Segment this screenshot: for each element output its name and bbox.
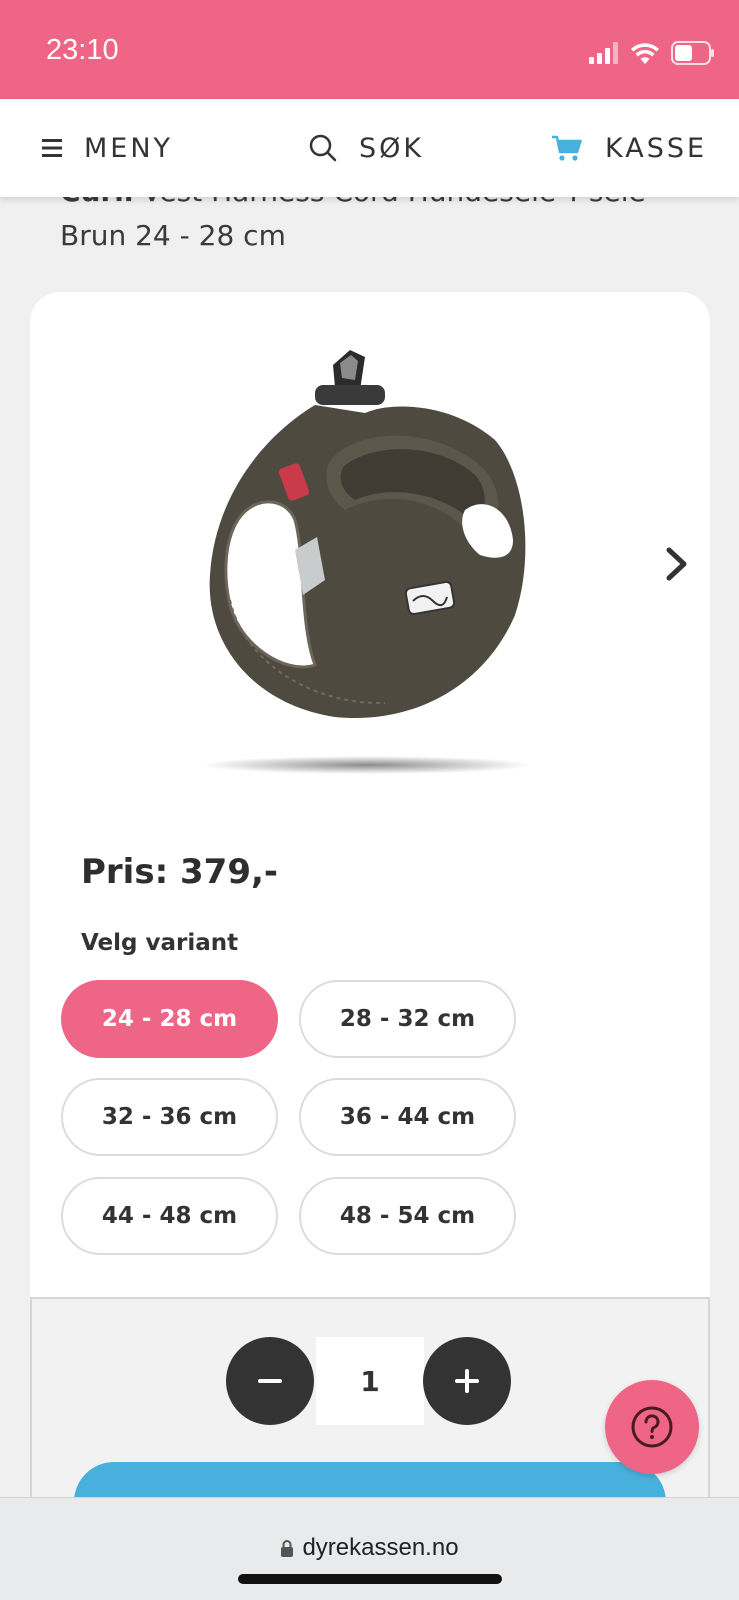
browser-url-bar[interactable]: dyrekassen.no — [0, 1497, 739, 1600]
cart-label: KASSE — [605, 132, 708, 164]
cart-button[interactable]: KASSE — [551, 99, 707, 197]
minus-icon — [258, 1379, 282, 1383]
cellular-signal-icon — [589, 42, 618, 64]
variant-option-48-54[interactable]: 48 - 54 cm — [299, 1177, 516, 1255]
cart-icon — [552, 135, 582, 161]
url-text: dyrekassen.no — [302, 1534, 459, 1561]
variant-option-32-36[interactable]: 32 - 36 cm — [61, 1078, 278, 1156]
variant-option-28-32[interactable]: 28 - 32 cm — [299, 980, 516, 1058]
increase-quantity-button[interactable] — [423, 1337, 511, 1425]
search-icon — [309, 134, 337, 162]
product-price: Pris: 379,- — [81, 852, 279, 892]
home-indicator[interactable] — [238, 1574, 502, 1584]
status-bar: 23:10 — [0, 0, 739, 99]
battery-icon — [671, 41, 714, 65]
variant-option-36-44[interactable]: 36 - 44 cm — [299, 1078, 516, 1156]
lock-icon — [281, 1540, 294, 1557]
variant-option-44-48[interactable]: 44 - 48 cm — [61, 1177, 278, 1255]
question-mark-icon — [631, 1406, 673, 1448]
url-display[interactable]: dyrekassen.no — [0, 1534, 739, 1562]
status-icons — [589, 40, 715, 66]
variant-label: Velg variant — [81, 930, 239, 956]
variant-option-24-28[interactable]: 24 - 28 cm — [61, 980, 278, 1058]
menu-label: MENY — [84, 132, 174, 164]
wifi-icon — [631, 43, 659, 64]
search-label: SØK — [359, 132, 425, 164]
search-button[interactable]: SØK — [309, 99, 424, 197]
help-button[interactable] — [605, 1380, 699, 1474]
status-time: 23:10 — [46, 34, 119, 66]
decrease-quantity-button[interactable] — [226, 1337, 314, 1425]
product-image[interactable] — [195, 345, 545, 775]
site-header: MENY SØK KASSE — [0, 99, 739, 197]
plus-icon — [455, 1369, 479, 1393]
quantity-value[interactable]: 1 — [316, 1337, 424, 1425]
menu-button[interactable]: MENY — [42, 99, 173, 197]
hamburger-icon — [42, 139, 62, 157]
next-image-arrow-icon[interactable] — [662, 542, 692, 586]
